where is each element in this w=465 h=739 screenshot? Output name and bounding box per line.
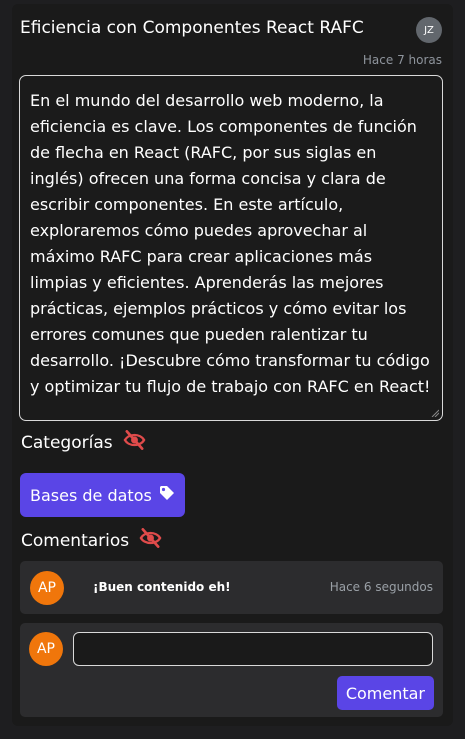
eye-slash-icon[interactable] bbox=[123, 430, 146, 455]
resize-handle-icon[interactable] bbox=[431, 409, 439, 417]
category-tag-button[interactable]: Bases de datos bbox=[20, 473, 185, 517]
comments-label: Comentarios bbox=[21, 530, 130, 551]
post-title: Eficiencia con Componentes React RAFC bbox=[20, 18, 364, 38]
post-content-text: En el mundo del desarrollo web moderno, … bbox=[30, 91, 431, 396]
comment-text: ¡Buen contenido eh! bbox=[93, 580, 231, 594]
author-avatar[interactable]: JZ bbox=[416, 17, 442, 43]
eye-slash-icon[interactable] bbox=[139, 528, 162, 553]
post-timestamp: Hace 7 horas bbox=[362, 53, 442, 67]
post-content[interactable]: En el mundo del desarrollo web moderno, … bbox=[19, 75, 443, 421]
comment-submit-button[interactable]: Comentar bbox=[336, 676, 434, 710]
new-comment-form: AP Comentar bbox=[20, 623, 443, 717]
tag-icon bbox=[159, 485, 175, 505]
current-user-avatar[interactable]: AP bbox=[29, 632, 63, 666]
comments-header: Comentarios bbox=[21, 528, 162, 553]
comment-timestamp: Hace 6 segundos bbox=[329, 580, 433, 594]
comment-item: AP ¡Buen contenido eh! Hace 6 segundos bbox=[20, 561, 443, 614]
commenter-avatar[interactable]: AP bbox=[30, 571, 64, 605]
category-tag-label: Bases de datos bbox=[30, 485, 152, 505]
comment-input[interactable] bbox=[73, 632, 433, 666]
categories-header: Categorías bbox=[21, 430, 146, 455]
categories-label: Categorías bbox=[21, 432, 113, 453]
